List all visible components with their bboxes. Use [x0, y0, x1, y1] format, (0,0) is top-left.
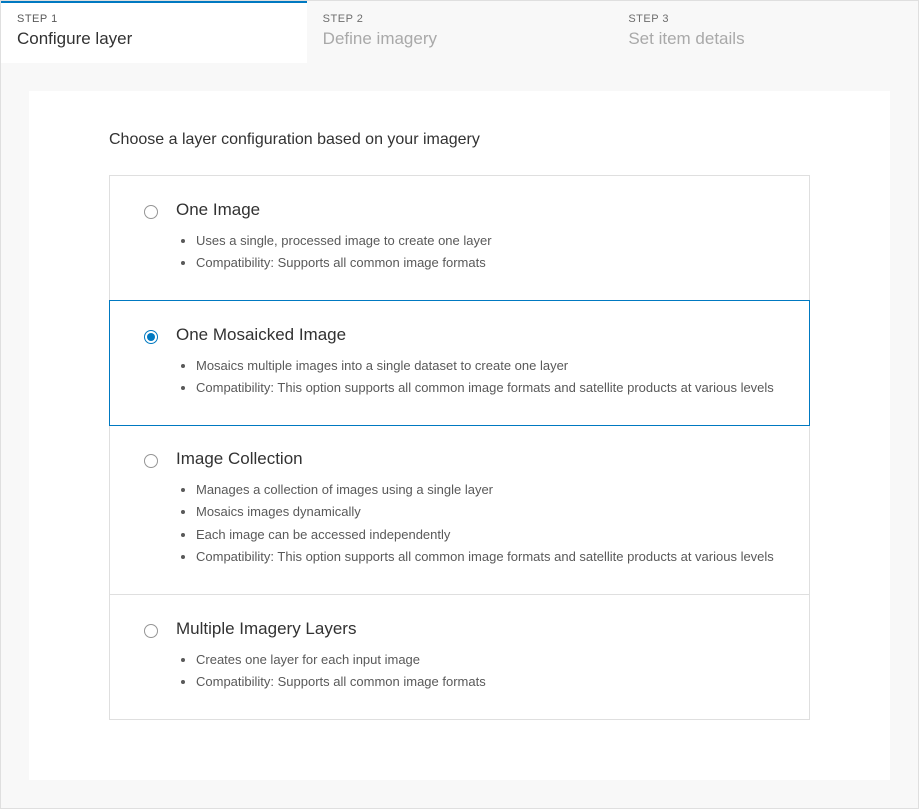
option-title: Multiple Imagery Layers [176, 619, 785, 639]
option-title: Image Collection [176, 449, 785, 469]
option-bullets: Mosaics multiple images into a single da… [176, 355, 785, 399]
stepper: STEP 1 Configure layer STEP 2 Define ima… [1, 1, 918, 63]
panel-heading: Choose a layer configuration based on yo… [109, 131, 810, 149]
radio-icon [144, 205, 158, 219]
radio-icon [144, 330, 158, 344]
step-configure-layer[interactable]: STEP 1 Configure layer [1, 1, 307, 63]
option-body: One Image Uses a single, processed image… [176, 200, 785, 274]
option-bullet: Each image can be accessed independently [196, 524, 785, 546]
option-bullet: Manages a collection of images using a s… [196, 479, 785, 501]
option-bullet: Mosaics images dynamically [196, 501, 785, 523]
option-bullets: Manages a collection of images using a s… [176, 479, 785, 567]
option-body: Image Collection Manages a collection of… [176, 449, 785, 567]
option-one-image[interactable]: One Image Uses a single, processed image… [110, 176, 809, 301]
option-bullets: Creates one layer for each input image C… [176, 649, 785, 693]
option-bullet: Compatibility: This option supports all … [196, 546, 785, 568]
step-title: Set item details [628, 29, 902, 49]
step-set-item-details[interactable]: STEP 3 Set item details [612, 1, 918, 63]
option-bullet: Uses a single, processed image to create… [196, 230, 785, 252]
option-bullet: Compatibility: Supports all common image… [196, 252, 785, 274]
option-title: One Mosaicked Image [176, 325, 785, 345]
option-one-mosaicked-image[interactable]: One Mosaicked Image Mosaics multiple ima… [109, 300, 810, 426]
option-bullets: Uses a single, processed image to create… [176, 230, 785, 274]
option-body: Multiple Imagery Layers Creates one laye… [176, 619, 785, 693]
wizard-container: STEP 1 Configure layer STEP 2 Define ima… [0, 0, 919, 809]
radio-icon [144, 454, 158, 468]
panel: Choose a layer configuration based on yo… [29, 91, 890, 780]
option-bullet: Compatibility: This option supports all … [196, 377, 785, 399]
option-bullet: Compatibility: Supports all common image… [196, 671, 785, 693]
option-image-collection[interactable]: Image Collection Manages a collection of… [110, 425, 809, 594]
option-bullet: Creates one layer for each input image [196, 649, 785, 671]
step-define-imagery[interactable]: STEP 2 Define imagery [307, 1, 613, 63]
step-title: Configure layer [17, 29, 291, 49]
option-multiple-imagery-layers[interactable]: Multiple Imagery Layers Creates one laye… [110, 595, 809, 719]
step-label: STEP 2 [323, 13, 597, 25]
option-body: One Mosaicked Image Mosaics multiple ima… [176, 325, 785, 399]
option-title: One Image [176, 200, 785, 220]
step-label: STEP 1 [17, 13, 291, 25]
option-bullet: Mosaics multiple images into a single da… [196, 355, 785, 377]
step-title: Define imagery [323, 29, 597, 49]
step-label: STEP 3 [628, 13, 902, 25]
radio-icon [144, 624, 158, 638]
layer-config-options: One Image Uses a single, processed image… [109, 175, 810, 720]
content-area: Choose a layer configuration based on yo… [1, 63, 918, 808]
